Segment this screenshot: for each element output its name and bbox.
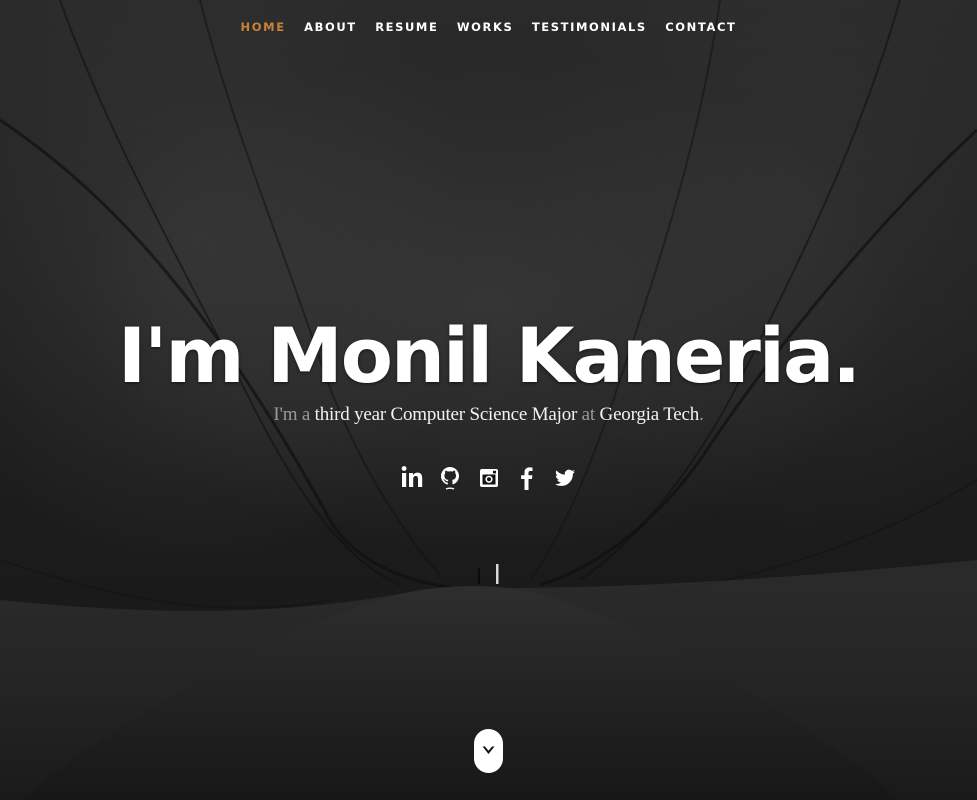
hero-headline: I'm Monil Kaneria. [117,310,861,400]
linkedin-icon[interactable] [400,462,424,494]
tagline-text-3: . [699,404,704,425]
tagline-school: Georgia Tech [599,404,700,425]
nav-contact[interactable]: CONTACT [665,19,736,35]
tagline-text-1: I'm a [273,404,315,425]
nav-resume[interactable]: RESUME [375,19,438,35]
social-links [0,462,977,494]
scroll-down-button[interactable] [474,729,503,773]
nav-works[interactable]: WORKS [457,19,514,35]
main-navigation: HOME ABOUT RESUME WORKS TESTIMONIALS CON… [0,18,977,36]
nav-about[interactable]: ABOUT [304,19,357,35]
twitter-icon[interactable] [553,462,577,494]
chevron-down-icon [482,746,495,754]
nav-home[interactable]: HOME [241,19,286,35]
tagline-major: third year Computer Science Major [314,404,578,425]
facebook-icon[interactable] [515,462,539,494]
hero-tagline: I'm a third year Computer Science Major … [0,401,977,429]
instagram-icon[interactable] [477,462,501,494]
nav-testimonials[interactable]: TESTIMONIALS [532,19,647,35]
tagline-text-2: at [577,404,600,425]
github-icon[interactable] [438,462,462,494]
hero-section: HOME ABOUT RESUME WORKS TESTIMONIALS CON… [0,0,977,800]
